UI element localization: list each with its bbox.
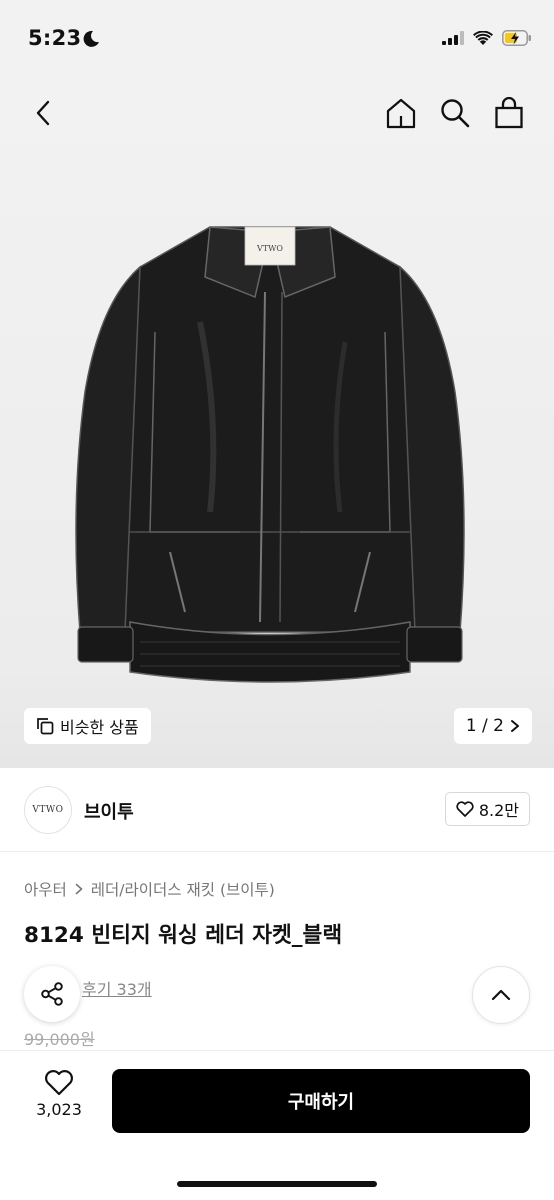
status-bar: 5:23	[0, 0, 554, 82]
shopping-bag-icon	[495, 97, 523, 129]
home-indicator[interactable]	[177, 1181, 377, 1187]
wishlist-count: 3,023	[36, 1100, 82, 1119]
scroll-to-top-button[interactable]	[472, 966, 530, 1024]
search-icon	[441, 99, 470, 128]
review-link[interactable]: 후기 33개	[82, 976, 152, 1000]
similar-products-label: 비슷한 상품	[60, 718, 139, 737]
status-time: 5:23	[28, 26, 82, 50]
wishlist-button[interactable]: 3,023	[20, 1069, 98, 1135]
breadcrumb-category[interactable]: 아우터	[24, 878, 67, 900]
breadcrumb: 아우터 레더/라이더스 재킷 (브이투)	[24, 878, 275, 900]
brand-like-count: 8.2만	[478, 801, 519, 820]
brand-like-button[interactable]: 8.2만	[444, 792, 530, 826]
chevron-right-icon	[511, 720, 519, 732]
back-button[interactable]	[26, 96, 60, 130]
cellular-signal-icon	[442, 31, 464, 45]
page-indicator-text: 1 / 2	[465, 716, 504, 736]
cart-button[interactable]	[490, 94, 528, 132]
chevron-left-icon	[36, 100, 50, 126]
product-image: VTWO	[75, 226, 465, 683]
buy-button[interactable]: 구매하기	[112, 1069, 530, 1133]
brand-tag-label: VTWO	[256, 244, 283, 253]
brand-name[interactable]: 브이투	[84, 798, 134, 824]
home-icon	[386, 98, 416, 129]
image-page-indicator[interactable]: 1 / 2	[453, 708, 532, 744]
battery-charging-icon	[502, 30, 531, 46]
share-button[interactable]	[24, 966, 80, 1022]
brand-logo[interactable]: VTWO	[24, 786, 72, 834]
top-nav	[0, 82, 554, 144]
search-button[interactable]	[436, 94, 474, 132]
wifi-icon	[473, 30, 493, 45]
chevron-right-icon	[75, 883, 83, 895]
original-price: 99,000원	[24, 1030, 95, 1049]
chevron-up-icon	[491, 989, 511, 1001]
copy-icon	[37, 718, 54, 735]
brand-row[interactable]: VTWO 브이투 8.2만	[0, 768, 554, 852]
share-icon	[41, 982, 63, 1006]
similar-products-button[interactable]: 비슷한 상품	[24, 708, 151, 744]
bottom-purchase-bar: 3,023 구매하기	[0, 1050, 554, 1200]
product-image-area[interactable]: VTWO 비슷한 상품 1 / 2	[0, 82, 554, 768]
home-button[interactable]	[382, 94, 420, 132]
product-title: 8124 빈티지 워싱 레더 자켓_블랙	[24, 923, 343, 948]
breadcrumb-subcategory[interactable]: 레더/라이더스 재킷 (브이투)	[91, 878, 275, 900]
do-not-disturb-icon	[83, 30, 99, 47]
heart-icon	[45, 1070, 73, 1096]
heart-icon	[456, 801, 474, 817]
